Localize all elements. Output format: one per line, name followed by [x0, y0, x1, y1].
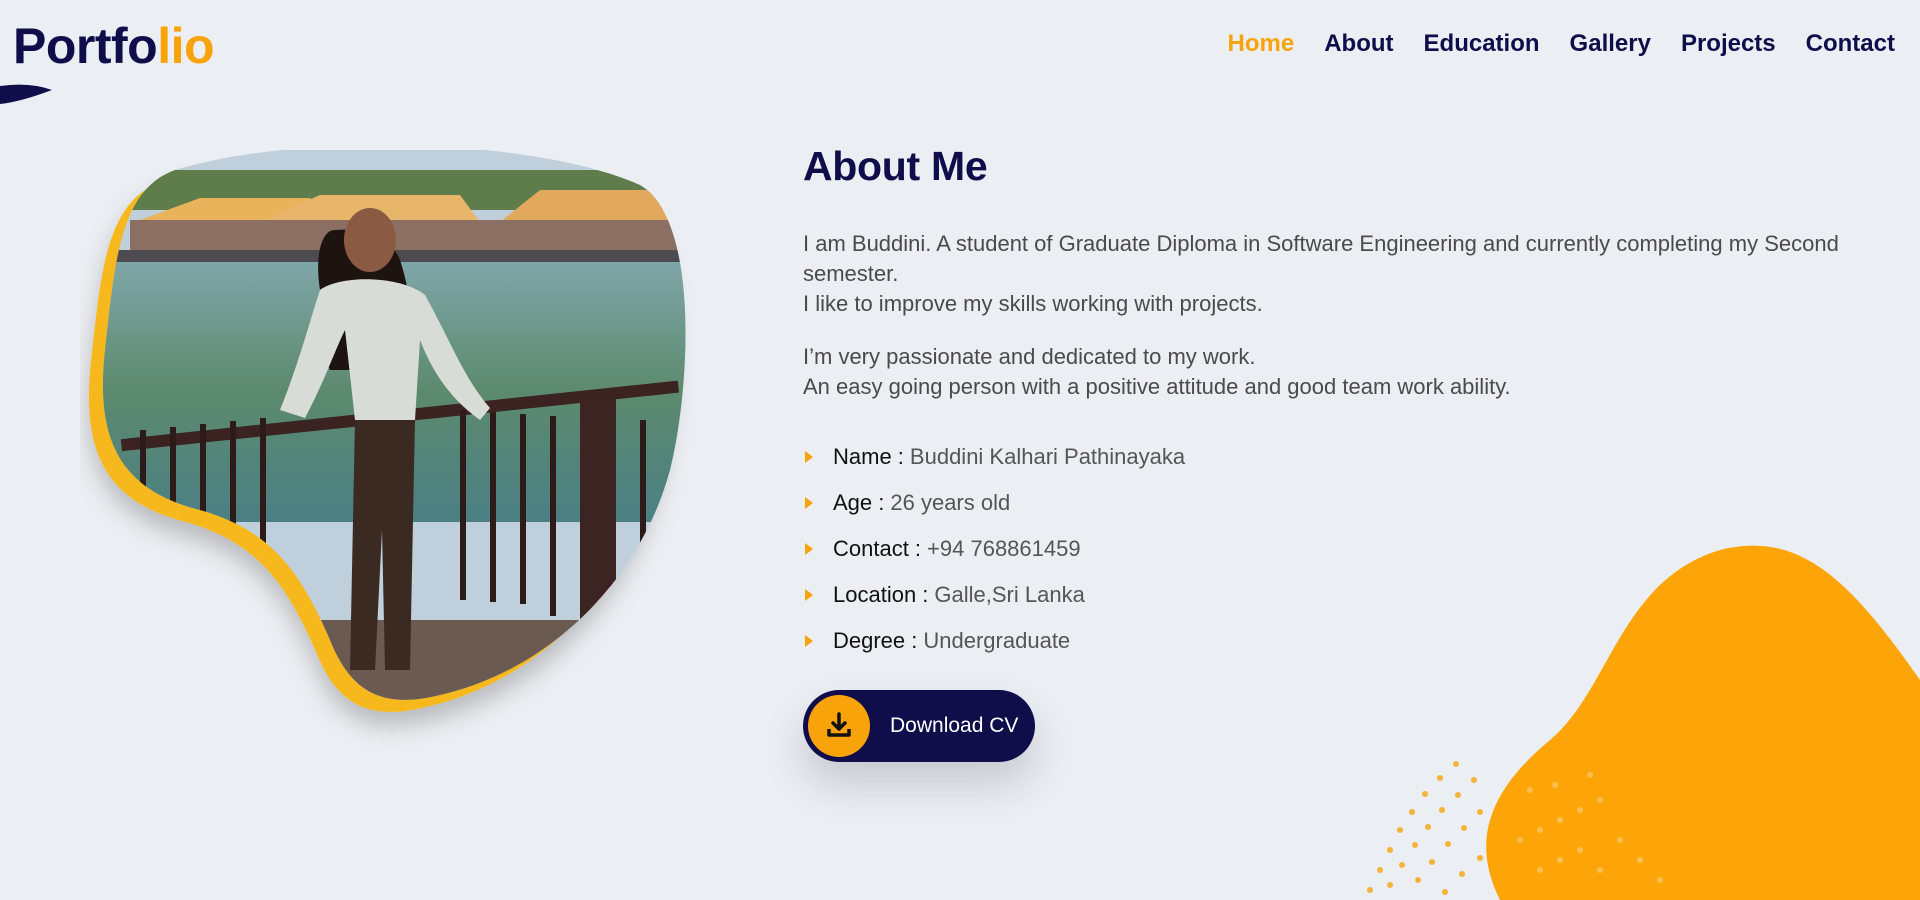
about-paragraph-1-line-3: I like to improve my skills working with… — [803, 291, 1263, 316]
detail-contact: Contact : +94 768861459 — [803, 526, 1185, 572]
detail-name: Name : Buddini Kalhari Pathinayaka — [803, 434, 1185, 480]
nav-contact[interactable]: Contact — [1806, 30, 1895, 58]
detail-value: Galle,Sri Lanka — [934, 582, 1085, 607]
logo-part-2: lio — [157, 18, 215, 74]
caret-right-icon — [805, 543, 813, 555]
about-title: About Me — [803, 143, 988, 189]
about-paragraph-1: I am Buddini. A student of Graduate Dipl… — [803, 229, 1863, 319]
detail-key: Age : — [833, 490, 885, 515]
about-section: About Me I am Buddini. A student of Grad… — [803, 140, 1883, 653]
caret-right-icon — [805, 451, 813, 463]
main-nav: Home About Education Gallery Projects Co… — [1228, 30, 1895, 58]
download-icon — [808, 695, 870, 757]
detail-location: Location : Galle,Sri Lanka — [803, 572, 1185, 618]
about-paragraph-2: I’m very passionate and dedicated to my … — [803, 342, 1863, 402]
detail-key: Contact : — [833, 536, 922, 561]
detail-value: 26 years old — [890, 490, 1011, 515]
logo-part-1: Portfo — [13, 18, 158, 74]
corner-swoosh-decoration — [0, 84, 52, 104]
nav-gallery[interactable]: Gallery — [1570, 30, 1651, 58]
profile-photo — [80, 150, 700, 750]
about-paragraph-1-line-2: semester. — [803, 261, 899, 286]
detail-age: Age : 26 years old — [803, 480, 1185, 526]
detail-value: Buddini Kalhari Pathinayaka — [909, 444, 1186, 469]
personal-details-list: Name : Buddini Kalhari Pathinayaka Age :… — [803, 434, 1185, 664]
nav-projects[interactable]: Projects — [1681, 30, 1776, 58]
decorative-blob — [1367, 545, 1920, 900]
about-paragraph-2-line-1: I’m very passionate and dedicated to my … — [803, 344, 1256, 369]
detail-key: Location : — [833, 582, 929, 607]
detail-degree: Degree : Undergraduate — [803, 618, 1185, 664]
about-paragraph-2-line-2: An easy going person with a positive att… — [803, 374, 1511, 399]
nav-education[interactable]: Education — [1424, 30, 1540, 58]
caret-right-icon — [805, 635, 813, 647]
nav-home[interactable]: Home — [1228, 30, 1295, 58]
nav-about[interactable]: About — [1324, 30, 1393, 58]
detail-value: +94 768861459 — [927, 536, 1081, 561]
detail-key: Degree : — [833, 628, 918, 653]
download-cv-button[interactable]: Download CV — [803, 690, 1035, 762]
detail-key: Name : — [833, 444, 904, 469]
caret-right-icon — [805, 497, 813, 509]
detail-value: Undergraduate — [923, 628, 1071, 653]
about-paragraph-1-line-1: I am Buddini. A student of Graduate Dipl… — [803, 231, 1839, 256]
caret-right-icon — [805, 589, 813, 601]
download-cv-label: Download CV — [890, 714, 1019, 737]
logo[interactable]: Portfolio — [13, 18, 215, 74]
